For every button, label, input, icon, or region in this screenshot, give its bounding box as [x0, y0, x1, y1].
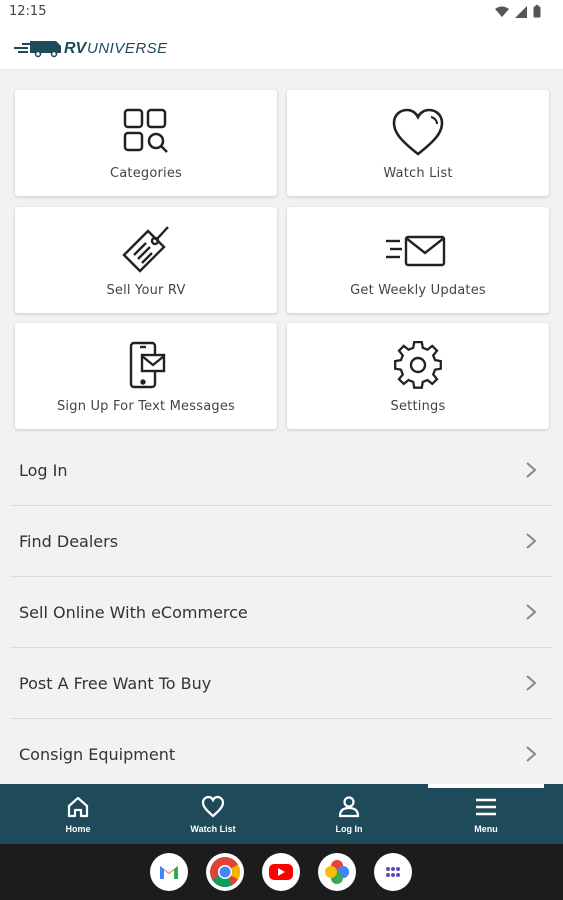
tile-label: Sign Up For Text Messages: [56, 399, 235, 414]
tile-watch-list[interactable]: Watch List: [287, 90, 549, 196]
home-icon: [67, 796, 89, 818]
tile-categories[interactable]: Categories: [15, 90, 277, 196]
tile-label: Categories: [109, 166, 183, 181]
youtube-icon[interactable]: [262, 853, 300, 891]
heart-icon: [392, 108, 444, 156]
nav-label: Watch List: [190, 824, 236, 834]
chevron-right-icon: [526, 462, 537, 478]
phone-message-icon: [129, 341, 166, 389]
tile-sell-your-rv[interactable]: Sell Your RV: [15, 207, 277, 313]
svg-text:UNIVERSE: UNIVERSE: [87, 40, 168, 57]
menu-icon: [476, 798, 496, 816]
chevron-right-icon: [526, 533, 537, 549]
chevron-right-icon: [526, 604, 537, 620]
nav-log-in[interactable]: Log In: [279, 784, 419, 844]
menu-list: Log In Find Dealers Sell Online With eCo…: [10, 435, 553, 790]
status-bar: 12:15: [0, 0, 563, 26]
tile-weekly-updates[interactable]: Get Weekly Updates: [287, 207, 549, 313]
app-drawer-icon[interactable]: [374, 853, 412, 891]
menu-item-label: Post A Free Want To Buy: [19, 674, 212, 693]
tile-text-messages[interactable]: Sign Up For Text Messages: [15, 323, 277, 429]
nav-label: Home: [65, 824, 91, 834]
status-time: 12:15: [9, 4, 47, 19]
menu-item-label: Sell Online With eCommerce: [19, 603, 248, 622]
menu-item-sell-online[interactable]: Sell Online With eCommerce: [10, 577, 553, 648]
signal-icon: [515, 5, 527, 18]
chevron-right-icon: [526, 675, 537, 691]
rv-universe-logo[interactable]: RV UNIVERSE: [14, 36, 174, 58]
menu-item-log-in[interactable]: Log In: [10, 435, 553, 506]
menu-item-label: Find Dealers: [19, 532, 119, 551]
photos-icon[interactable]: [318, 853, 356, 891]
app-header: RV UNIVERSE: [0, 26, 563, 70]
gear-icon: [394, 341, 442, 389]
menu-item-consign-equipment[interactable]: Consign Equipment: [10, 719, 553, 790]
heart-icon: [201, 795, 225, 818]
gmail-icon[interactable]: [150, 853, 188, 891]
nav-watch-list[interactable]: Watch List: [143, 784, 283, 844]
menu-item-label: Log In: [19, 461, 68, 480]
menu-item-want-to-buy[interactable]: Post A Free Want To Buy: [10, 648, 553, 719]
tile-settings[interactable]: Settings: [287, 323, 549, 429]
battery-icon: [533, 5, 541, 18]
categories-icon: [123, 108, 168, 153]
chevron-right-icon: [526, 746, 537, 762]
status-icons: [495, 5, 541, 18]
nav-menu[interactable]: Menu: [416, 784, 556, 844]
system-dock: [0, 844, 563, 900]
tile-label: Watch List: [383, 166, 453, 181]
nav-label: Log In: [335, 824, 363, 834]
svg-text:RV: RV: [64, 40, 88, 57]
tile-label: Sell Your RV: [106, 283, 186, 298]
menu-item-find-dealers[interactable]: Find Dealers: [10, 506, 553, 577]
tile-label: Settings: [390, 399, 446, 414]
price-tag-icon: [122, 226, 169, 273]
nav-label: Menu: [474, 824, 498, 834]
wifi-icon: [495, 6, 509, 17]
menu-item-label: Consign Equipment: [19, 745, 176, 764]
chrome-icon[interactable]: [206, 853, 244, 891]
envelope-icon: [386, 235, 446, 267]
tile-label: Get Weekly Updates: [350, 283, 486, 298]
nav-home[interactable]: Home: [8, 784, 148, 844]
user-icon: [338, 796, 360, 818]
bottom-nav: Home Watch List Log In Menu: [0, 784, 563, 844]
